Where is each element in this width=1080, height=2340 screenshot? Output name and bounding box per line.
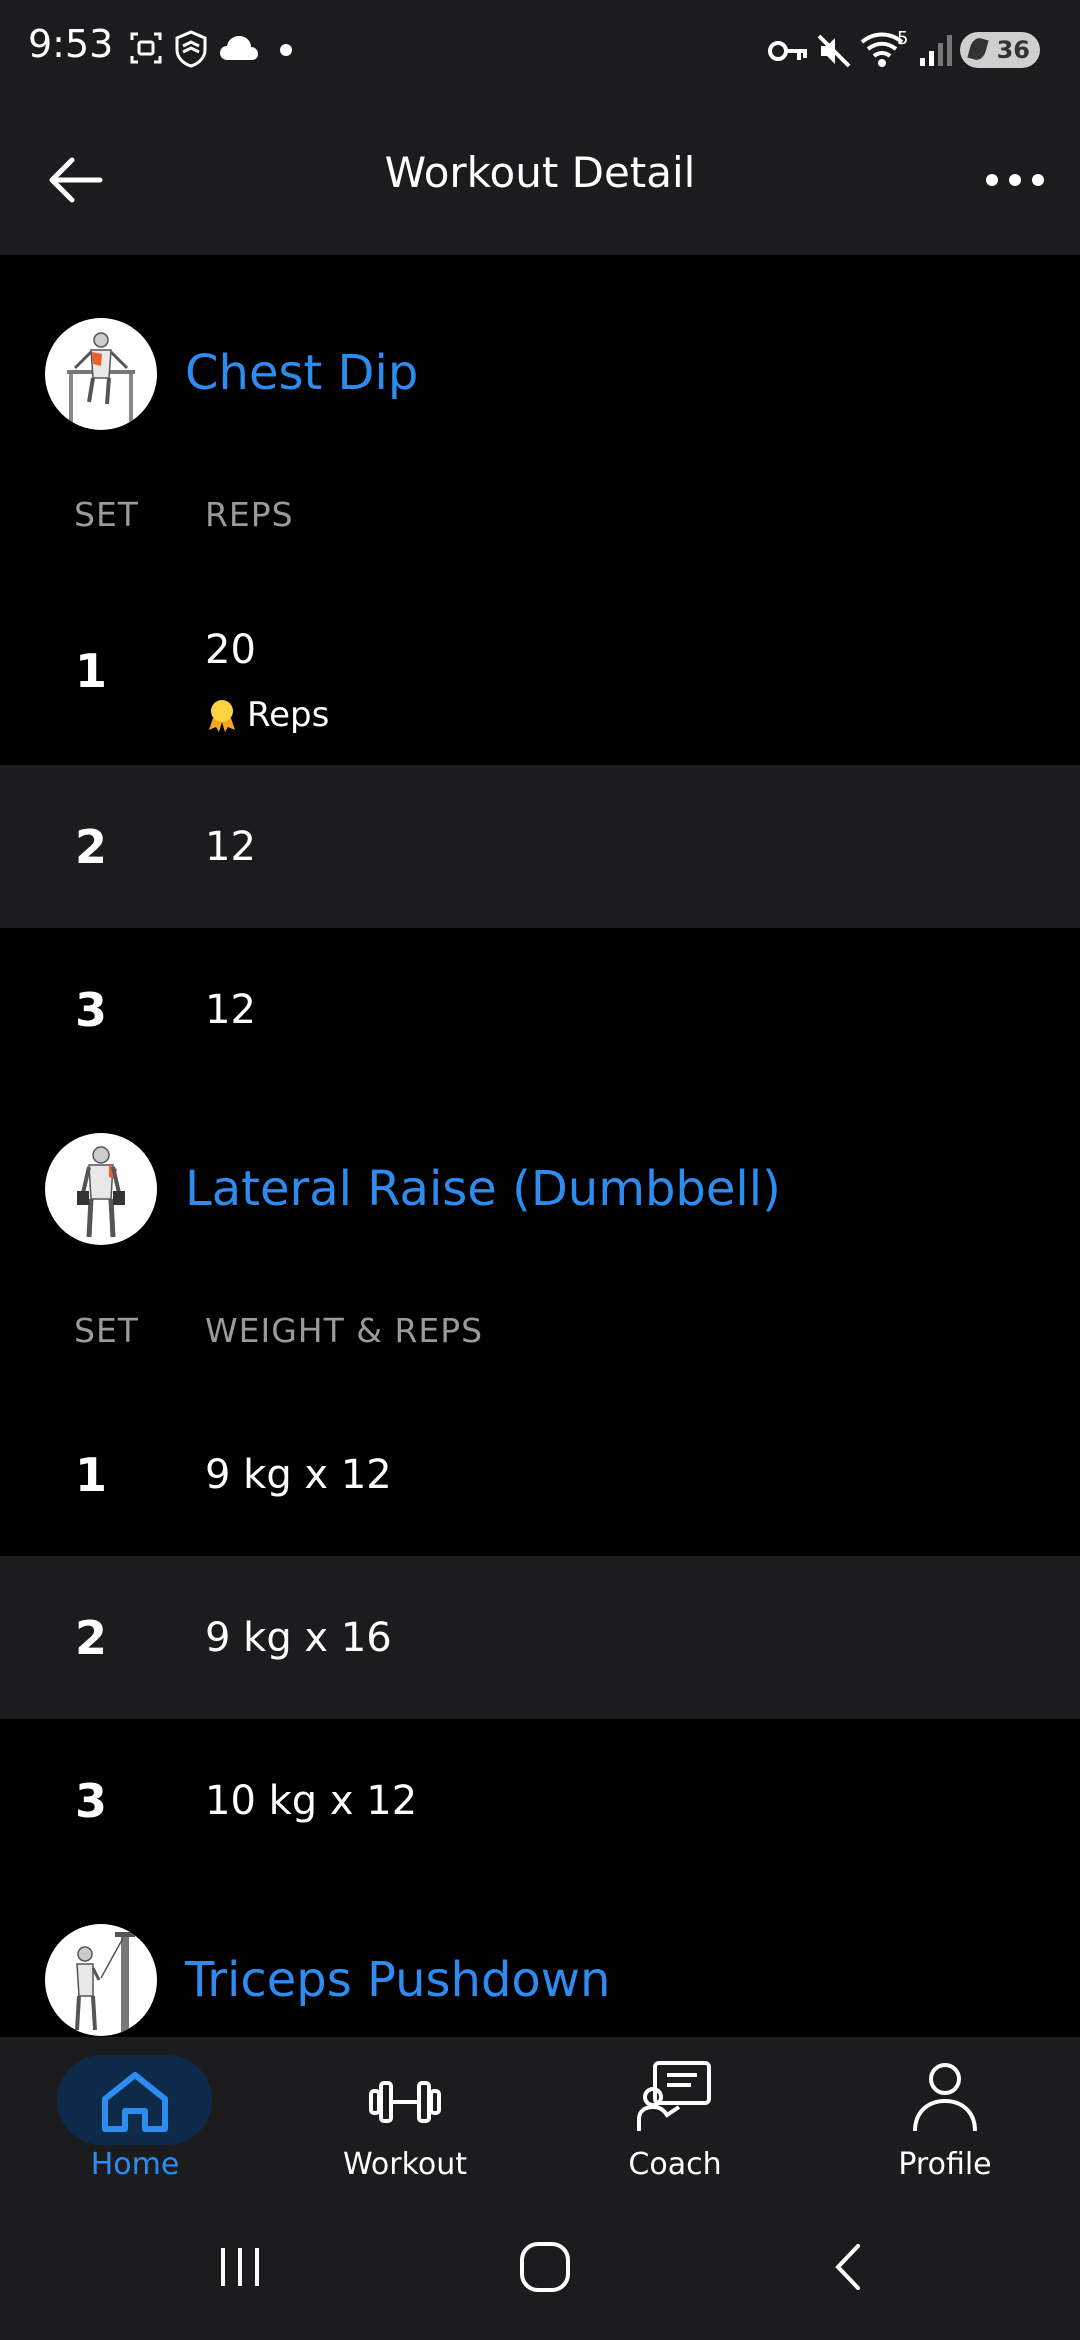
set-value: 9 kg x 16 [205,1614,392,1661]
set-row[interactable]: 3 12 [0,928,1080,1091]
network-type-label: 5 [897,28,909,49]
nav-workout[interactable]: Workout [270,2037,540,2192]
recent-apps-icon[interactable] [215,2242,265,2292]
bottom-navigation: Home Workout Coach Profile [0,2037,1080,2192]
page-title: Workout Detail [384,148,696,197]
status-bar: 9:53 5 36 [0,0,1080,100]
exercise-thumbnail[interactable] [45,318,157,430]
battery-indicator: 36 [960,32,1040,68]
exercise-name[interactable]: Triceps Pushdown [185,1952,610,2008]
exercise-name[interactable]: Chest Dip [185,345,418,401]
set-number: 3 [75,982,108,1037]
battery-saver-icon [967,36,989,62]
coach-icon [637,2061,711,2131]
set-number: 2 [75,1610,108,1665]
workout-content[interactable]: Chest Dip SET REPS 1 20 Reps 2 12 3 12 L… [0,255,1080,2037]
nav-label: Profile [898,2147,992,2182]
profile-icon [913,2063,977,2132]
set-value: 12 [205,823,256,870]
nav-profile[interactable]: Profile [810,2037,1080,2192]
set-value: 12 [205,986,256,1033]
set-number: 2 [75,819,108,874]
personal-record-badge: Reps [205,695,329,735]
exercise-name[interactable]: Lateral Raise (Dumbbell) [185,1161,781,1217]
column-reps: REPS [205,495,294,534]
cloud-icon [220,36,258,60]
set-value: 9 kg x 12 [205,1451,392,1498]
nav-coach[interactable]: Coach [540,2037,810,2192]
nav-home[interactable]: Home [0,2037,270,2192]
set-row[interactable]: 3 10 kg x 12 [0,1719,1080,1882]
column-set: SET [74,495,139,534]
exercise-thumbnail[interactable] [45,1133,157,1245]
exercise-header[interactable]: Lateral Raise (Dumbbell) [0,1091,1080,1311]
status-time: 9:53 [28,22,114,66]
dumbbell-icon [369,2081,441,2123]
screenshot-icon [130,32,162,64]
system-navigation-bar [0,2192,1080,2340]
set-row[interactable]: 2 9 kg x 16 [0,1556,1080,1719]
medal-icon [209,700,235,732]
nav-label: Coach [628,2147,722,2182]
set-row[interactable]: 2 12 [0,765,1080,928]
set-number: 1 [75,1447,108,1502]
signal-icon [920,35,952,66]
vpn-key-icon [768,41,807,61]
home-icon [102,2072,168,2132]
more-options-icon[interactable] [980,155,1050,205]
exercise-header[interactable]: Triceps Pushdown [0,1882,1080,2037]
column-set: SET [74,1311,139,1350]
system-back-icon[interactable] [828,2242,868,2292]
chest-dip-illustration-icon [67,332,135,422]
lateral-raise-illustration-icon [77,1146,125,1238]
set-number: 1 [75,644,108,698]
set-value: 10 kg x 12 [205,1777,418,1824]
dot-icon [280,44,292,56]
triceps-pushdown-illustration-icon [75,1932,135,2032]
pr-label: Reps [247,695,330,735]
nav-label: Home [90,2147,180,2182]
set-value: 20 [205,627,256,673]
exercise-thumbnail[interactable] [45,1924,157,2036]
exercise-header[interactable]: Chest Dip [0,255,1080,495]
set-row[interactable]: 1 9 kg x 12 [0,1393,1080,1556]
home-button-icon[interactable] [518,2240,572,2294]
set-number: 3 [75,1773,108,1828]
mute-icon [817,34,851,68]
table-header: SET REPS [0,495,1080,577]
app-header: Workout Detail [0,100,1080,255]
shield-icon [175,30,207,68]
column-weight-reps: WEIGHT & REPS [205,1311,484,1350]
table-header: SET WEIGHT & REPS [0,1311,1080,1393]
set-row[interactable]: 1 20 Reps [0,577,1080,765]
battery-level: 36 [996,36,1030,64]
nav-label: Workout [342,2147,468,2182]
